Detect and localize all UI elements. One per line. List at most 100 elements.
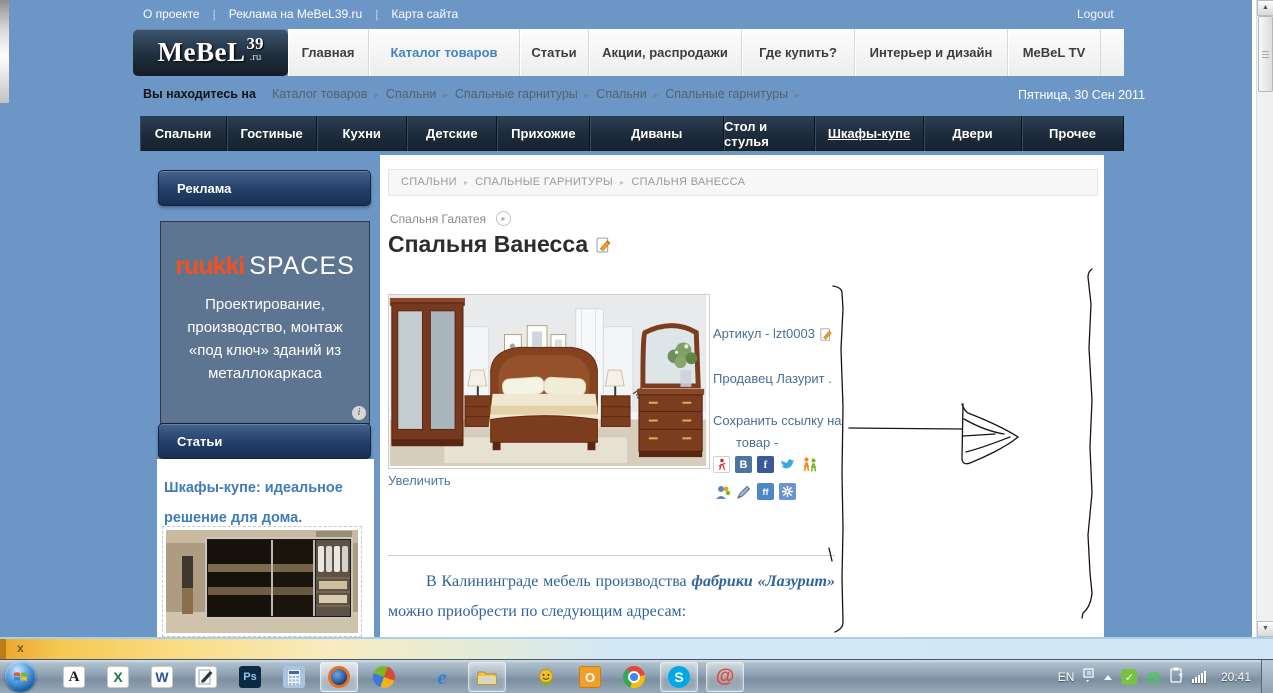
edit-icon[interactable] (596, 236, 613, 253)
logout-link[interactable]: Logout (1077, 7, 1114, 21)
cat-kids[interactable]: Детские (407, 116, 498, 151)
location-prefix: Вы находитесь на (143, 87, 256, 101)
cat-hallways[interactable]: Прихожие (497, 116, 591, 151)
show-hidden-icons-button[interactable] (1104, 674, 1113, 680)
vkontakte-icon[interactable]: B (735, 456, 752, 473)
ruukki-ad-banner[interactable]: ruukki SPACES Проектирование, производств… (160, 221, 370, 424)
article-thumbnail[interactable] (162, 526, 362, 637)
taskbar-item-pinwheel-app[interactable] (366, 662, 402, 692)
keyboard-layout-icon[interactable] (1083, 667, 1095, 687)
nav-home[interactable]: Главная (288, 29, 369, 76)
friendfeed-icon[interactable]: ff (757, 483, 774, 500)
taskbar-item-excel[interactable]: X (100, 663, 136, 691)
taskbar-clock[interactable]: 20:41 (1215, 670, 1257, 684)
cat-tables-chairs[interactable]: Стол и стулья (724, 116, 816, 151)
cat-living-rooms[interactable]: Гостиные (227, 116, 318, 151)
tray-agent-online-icon[interactable]: @ (1146, 669, 1161, 686)
save-link-text: Сохранить ссылку на (713, 413, 842, 428)
window-edge-artifact (0, 0, 9, 103)
site-logo[interactable]: MeBeL 39 .ru (133, 29, 288, 76)
logo-number: 39 (246, 33, 264, 53)
top-link-sitemap[interactable]: Карта сайта (391, 7, 458, 21)
enlarge-link[interactable]: Увеличить (388, 473, 451, 488)
scrollbar-thumb[interactable] (1258, 16, 1273, 92)
show-desktop-button[interactable] (1261, 660, 1273, 693)
taskbar-item-photoshop[interactable]: Ps (232, 663, 268, 691)
yandex-bookmarks-icon[interactable] (713, 456, 730, 473)
wardrobe-photo (166, 530, 358, 633)
taskbar-item-outlook[interactable]: O (572, 663, 608, 691)
taskbar-item-icq[interactable] (528, 663, 564, 691)
crumb-bedroom-sets[interactable]: Спальные гарнитуры (455, 87, 589, 101)
windows-taskbar: A X W Ps e O S @ EN ✓ @ 20:41 (0, 659, 1273, 693)
nav-articles[interactable]: Статьи (520, 29, 589, 76)
excel-icon: X (107, 666, 129, 688)
page-title: Спальня Ванесса (388, 231, 613, 258)
taskbar-item-mailru-agent[interactable]: @ (706, 662, 744, 692)
notification-bar-edge (0, 639, 6, 659)
nav-sales[interactable]: Акции, распродажи (589, 29, 742, 76)
skype-icon: S (668, 666, 690, 688)
pen-document-icon (195, 666, 217, 688)
logo-tld: .ru (249, 50, 262, 63)
taskbar-item-firefox[interactable] (320, 662, 358, 692)
content-breadcrumb: СПАЛЬНИСПАЛЬНЫЕ ГАРНИТУРЫСПАЛЬНЯ ВАНЕССА (388, 169, 1098, 196)
taskbar-item-text-editor[interactable] (188, 663, 224, 691)
divider (388, 555, 835, 556)
prev-product-link[interactable]: Спальня Галатея ▸ (390, 211, 511, 226)
livejournal-pencil-icon[interactable] (735, 483, 752, 500)
top-link-advertise[interactable]: Реклама на MeBeL39.ru (229, 7, 379, 21)
taskbar-item-word[interactable]: W (144, 663, 180, 691)
taskbar-items: A X W Ps e O S @ (56, 660, 752, 693)
crumb-catalog[interactable]: Каталог товаров (272, 87, 379, 101)
ad-info-icon[interactable]: i (352, 406, 366, 420)
nav-catalog[interactable]: Каталог товаров (369, 29, 520, 76)
sidebar-articles-header: Статьи (158, 423, 371, 459)
moimir-icon[interactable] (713, 483, 730, 500)
bobrdobr-icon[interactable] (801, 456, 818, 473)
cat-doors[interactable]: Двери (924, 116, 1023, 151)
tray-green-check-icon[interactable]: ✓ (1121, 669, 1138, 685)
word-icon: W (151, 666, 173, 688)
nav-interior-design[interactable]: Интерьер и дизайн (855, 29, 1008, 76)
crumb-bedroom-sets-2[interactable]: Спальные гарнитуры (665, 87, 799, 101)
liveinternet-icon[interactable] (779, 483, 796, 500)
taskbar-item-explorer[interactable] (468, 662, 506, 692)
cat-kitchens[interactable]: Кухни (317, 116, 408, 151)
taskbar-item-internet-explorer[interactable]: e (424, 663, 460, 691)
crumb-bedrooms-2[interactable]: Спальни (596, 87, 658, 101)
close-icon[interactable]: x (17, 641, 24, 655)
cbread-bedrooms[interactable]: СПАЛЬНИ (401, 176, 475, 188)
cbread-vanessa: СПАЛЬНЯ ВАНЕССА (631, 176, 746, 188)
twitter-icon[interactable] (779, 456, 796, 473)
tray-safely-remove-icon[interactable] (1170, 667, 1183, 688)
article-link[interactable]: Шкафы-купе: идеальное решение для дома. (164, 473, 362, 533)
category-navigation: Спальни Гостиные Кухни Детские Прихожие … (140, 116, 1124, 151)
seller-link[interactable]: Лазурит (776, 371, 824, 386)
chrome-icon (623, 666, 645, 688)
cat-other[interactable]: Прочее (1022, 116, 1124, 151)
taskbar-item-chrome[interactable] (616, 663, 652, 691)
cat-bedrooms[interactable]: Спальни (140, 116, 228, 151)
taskbar-item-skype[interactable]: S (660, 662, 698, 692)
vertical-scrollbar[interactable]: ▲ ▼ (1256, 0, 1273, 637)
taskbar-item-calculator[interactable] (276, 663, 312, 691)
top-link-about[interactable]: О проекте (143, 7, 216, 21)
ruukki-logo: ruukki SPACES (175, 252, 355, 280)
nav-where-to-buy[interactable]: Где купить? (742, 29, 855, 76)
cbread-sets[interactable]: СПАЛЬНЫЕ ГАРНИТУРЫ (475, 176, 631, 188)
taskbar-item-abbyy[interactable]: A (56, 663, 92, 691)
cat-wardrobes[interactable]: Шкафы-купе (815, 116, 925, 151)
crumb-bedrooms[interactable]: Спальни (386, 87, 448, 101)
nav-mebel-tv[interactable]: MeBeL TV (1008, 29, 1101, 76)
windows-logo-icon (14, 672, 27, 681)
facebook-icon[interactable]: f (757, 456, 774, 473)
scroll-down-button[interactable]: ▼ (1257, 621, 1273, 637)
language-indicator[interactable]: EN (1058, 670, 1075, 684)
edit-icon[interactable] (820, 327, 834, 341)
network-signal-icon[interactable] (1192, 671, 1206, 683)
cat-sofas[interactable]: Диваны (590, 116, 725, 151)
scroll-up-button[interactable]: ▲ (1257, 0, 1273, 16)
start-button[interactable] (5, 661, 36, 692)
product-photo[interactable] (388, 294, 710, 469)
